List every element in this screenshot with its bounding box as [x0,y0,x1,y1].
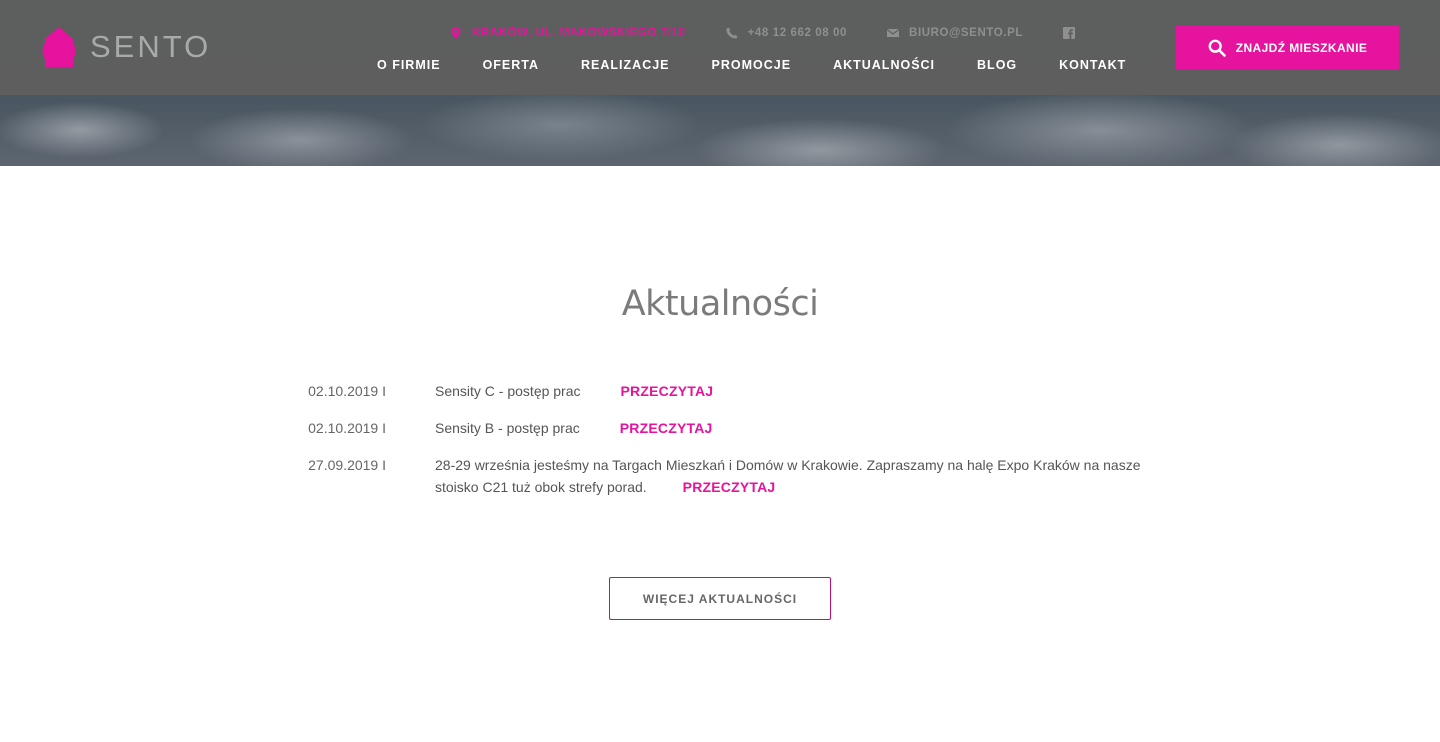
news-text: 28-29 września jesteśmy na Targach Miesz… [435,454,1180,498]
logo-link[interactable]: SENTO [40,26,211,68]
phone-link[interactable]: +48 12 662 08 00 [726,27,847,39]
email-text: BIURO@SENTO.PL [909,27,1024,39]
contact-bar: KRAKÓW, UL. MAKOWSKIEGO 7/10 +48 12 662 … [450,25,1076,41]
address-link[interactable]: KRAKÓW, UL. MAKOWSKIEGO 7/10 [450,27,686,39]
logo-text: SENTO [90,29,212,64]
page-title: Aktualności [621,284,819,324]
nav-aktualnosci[interactable]: AKTUALNOŚCI [833,58,935,72]
nav-kontakt[interactable]: KONTAKT [1059,58,1126,72]
envelope-icon [887,29,900,37]
phone-icon [726,27,738,39]
news-title: Sensity C - postęp prac [435,383,581,399]
find-apartment-button[interactable]: ZNAJDŹ MIESZKANIE [1176,26,1399,69]
email-link[interactable]: BIURO@SENTO.PL [887,27,1023,39]
nav-o-firmie[interactable]: O FIRMIE [377,58,441,72]
house-logo-icon [42,27,76,67]
read-more-link[interactable]: PRZECZYTAJ [620,420,713,436]
news-title: 28-29 września jesteśmy na Targach Miesz… [435,457,1141,495]
nav-promocje[interactable]: PROMOCJE [712,58,792,72]
news-text: Sensity C - postęp prac PRZECZYTAJ [435,380,1180,402]
main-nav: O FIRMIE OFERTA REALIZACJE PROMOCJE AKTU… [377,58,1126,72]
news-date: 27.09.2019 I [308,457,386,473]
search-icon [1208,39,1226,57]
map-pin-icon [451,27,461,39]
facebook-icon[interactable] [1063,27,1076,39]
read-more-link[interactable]: PRZECZYTAJ [683,479,776,495]
find-apartment-label: ZNAJDŹ MIESZKANIE [1235,40,1368,55]
nav-realizacje[interactable]: REALIZACJE [581,58,669,72]
news-date: 02.10.2019 I [308,383,386,399]
address-text: KRAKÓW, UL. MAKOWSKIEGO 7/10 [472,27,686,39]
top-bar: SENTO KRAKÓW, UL. MAKOWSKIEGO 7/10 +48 1… [0,0,1440,95]
nav-oferta[interactable]: OFERTA [483,58,539,72]
read-more-link[interactable]: PRZECZYTAJ [621,383,714,399]
nav-blog[interactable]: BLOG [977,58,1017,72]
news-text: Sensity B - postęp prac PRZECZYTAJ [435,417,1180,439]
news-title: Sensity B - postęp prac [435,420,580,436]
news-date: 02.10.2019 I [308,420,386,436]
phone-text: +48 12 662 08 00 [747,27,848,39]
more-news-button[interactable]: WIĘCEJ AKTUALNOŚCI [609,577,831,620]
